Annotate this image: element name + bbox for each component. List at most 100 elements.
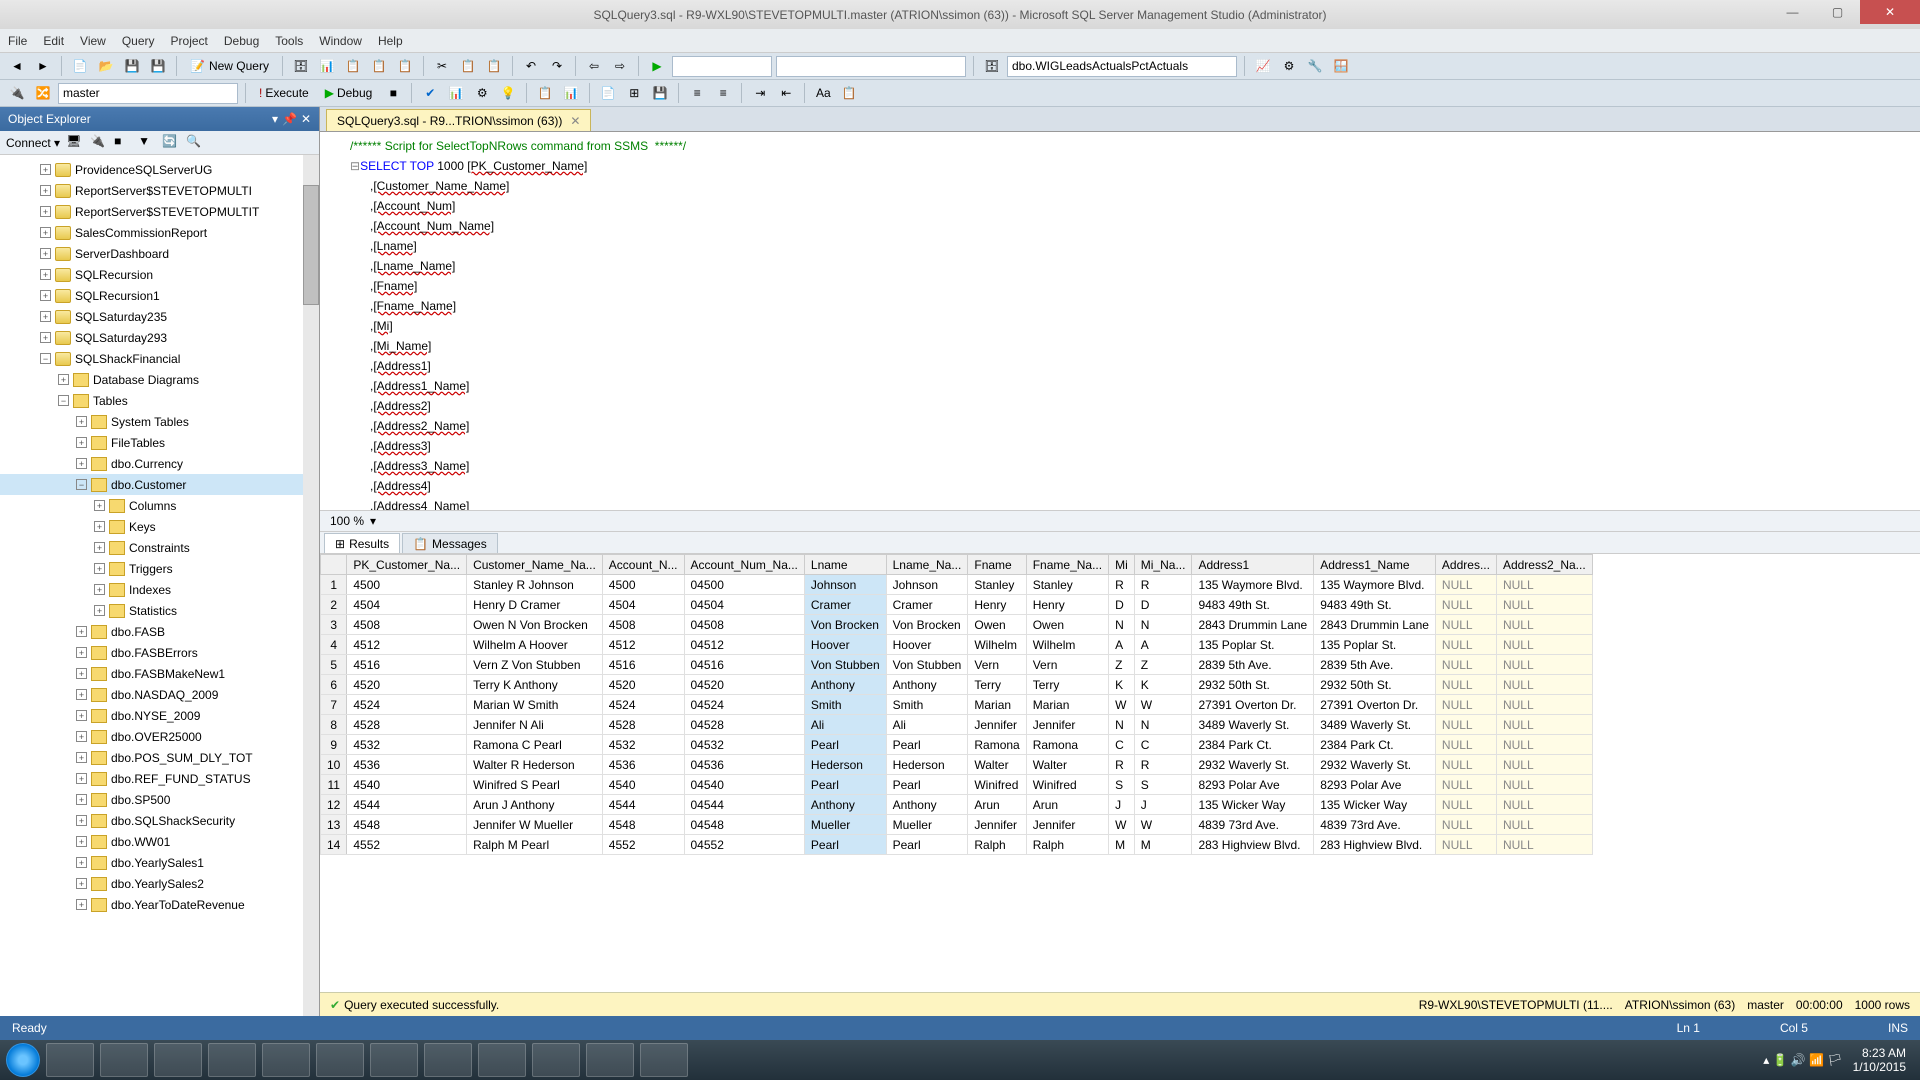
- cell[interactable]: N: [1109, 615, 1135, 635]
- cell[interactable]: NULL: [1496, 795, 1592, 815]
- cell[interactable]: 04540: [684, 775, 804, 795]
- cell[interactable]: NULL: [1435, 695, 1496, 715]
- cell[interactable]: NULL: [1496, 775, 1592, 795]
- cell[interactable]: 4839 73rd Ave.: [1314, 815, 1436, 835]
- cell[interactable]: 2839 5th Ave.: [1192, 655, 1314, 675]
- cell[interactable]: Pearl: [804, 835, 886, 855]
- cell[interactable]: 04508: [684, 615, 804, 635]
- cell[interactable]: 04528: [684, 715, 804, 735]
- cell[interactable]: Pearl: [804, 775, 886, 795]
- cell[interactable]: 135 Poplar St.: [1314, 635, 1436, 655]
- tools-app-icon[interactable]: [208, 1043, 256, 1077]
- cell[interactable]: Von Brocken: [804, 615, 886, 635]
- col-header[interactable]: Address1_Name: [1314, 555, 1436, 575]
- cell[interactable]: Ramona C Pearl: [467, 735, 603, 755]
- col-header[interactable]: Customer_Name_Na...: [467, 555, 603, 575]
- cell[interactable]: A: [1134, 635, 1192, 655]
- media-player-icon[interactable]: [100, 1043, 148, 1077]
- cell[interactable]: Walter: [968, 755, 1026, 775]
- cell[interactable]: Ralph: [1026, 835, 1108, 855]
- forward-icon[interactable]: ►: [32, 55, 54, 77]
- cell[interactable]: Von Stubben: [886, 655, 968, 675]
- cell[interactable]: Jennifer: [1026, 715, 1108, 735]
- back-icon[interactable]: ◄: [6, 55, 28, 77]
- analysis-icon[interactable]: 📊: [316, 55, 338, 77]
- cell[interactable]: Winifred S Pearl: [467, 775, 603, 795]
- cell[interactable]: Henry: [1026, 595, 1108, 615]
- connect-icon[interactable]: 🔌: [6, 82, 28, 104]
- tree-node[interactable]: +ReportServer$STEVETOPMULTIT: [0, 201, 319, 222]
- cell[interactable]: NULL: [1496, 735, 1592, 755]
- cell[interactable]: NULL: [1496, 615, 1592, 635]
- cell[interactable]: 283 Highview Blvd.: [1314, 835, 1436, 855]
- intellisense-icon[interactable]: 💡: [497, 82, 519, 104]
- cell[interactable]: K: [1134, 675, 1192, 695]
- cell[interactable]: 135 Poplar St.: [1192, 635, 1314, 655]
- cell[interactable]: Stanley: [1026, 575, 1108, 595]
- cell[interactable]: Hoover: [804, 635, 886, 655]
- cell[interactable]: W: [1109, 815, 1135, 835]
- options-icon[interactable]: ⚙: [1278, 55, 1300, 77]
- xmla-icon[interactable]: 📋: [394, 55, 416, 77]
- cell[interactable]: Pearl: [886, 835, 968, 855]
- paint-icon[interactable]: [262, 1043, 310, 1077]
- tree-node[interactable]: +dbo.POS_SUM_DLY_TOT: [0, 747, 319, 768]
- cell[interactable]: NULL: [1496, 635, 1592, 655]
- cell[interactable]: 11: [321, 775, 347, 795]
- close-button[interactable]: ✕: [1860, 0, 1920, 24]
- cell[interactable]: 4508: [602, 615, 684, 635]
- comment-icon[interactable]: ≡: [686, 82, 708, 104]
- cell[interactable]: Terry: [968, 675, 1026, 695]
- cell[interactable]: Marian W Smith: [467, 695, 603, 715]
- cell[interactable]: 8293 Polar Ave: [1314, 775, 1436, 795]
- cell[interactable]: 2932 50th St.: [1314, 675, 1436, 695]
- cell[interactable]: Mueller: [804, 815, 886, 835]
- cell[interactable]: Ali: [886, 715, 968, 735]
- explorer-icon[interactable]: [46, 1043, 94, 1077]
- cell[interactable]: 4524: [347, 695, 467, 715]
- tree-node[interactable]: +dbo.YearToDateRevenue: [0, 894, 319, 915]
- start-button[interactable]: [6, 1043, 40, 1077]
- cell[interactable]: Henry D Cramer: [467, 595, 603, 615]
- cell[interactable]: NULL: [1435, 815, 1496, 835]
- cell[interactable]: Owen: [1026, 615, 1108, 635]
- outlook-icon[interactable]: [586, 1043, 634, 1077]
- tree-node[interactable]: +dbo.FASBMakeNew1: [0, 663, 319, 684]
- tree-node[interactable]: +Keys: [0, 516, 319, 537]
- cell[interactable]: 4516: [347, 655, 467, 675]
- nav-back-icon[interactable]: ⇦: [583, 55, 605, 77]
- col-header[interactable]: Fname_Na...: [1026, 555, 1108, 575]
- oe-connect-icon[interactable]: 🖥: [66, 134, 84, 152]
- cell[interactable]: 4516: [602, 655, 684, 675]
- cell[interactable]: NULL: [1496, 595, 1592, 615]
- menu-tools[interactable]: Tools: [275, 34, 303, 48]
- cell[interactable]: 4520: [602, 675, 684, 695]
- results-text-icon[interactable]: 📄: [597, 82, 619, 104]
- cell[interactable]: C: [1109, 735, 1135, 755]
- cell[interactable]: Vern: [1026, 655, 1108, 675]
- cell[interactable]: 27391 Overton Dr.: [1192, 695, 1314, 715]
- cell[interactable]: Terry K Anthony: [467, 675, 603, 695]
- chrome-icon[interactable]: [154, 1043, 202, 1077]
- cell[interactable]: NULL: [1435, 795, 1496, 815]
- cell[interactable]: Terry: [1026, 675, 1108, 695]
- cell[interactable]: D: [1134, 595, 1192, 615]
- cell[interactable]: 4504: [347, 595, 467, 615]
- cell[interactable]: 2384 Park Ct.: [1314, 735, 1436, 755]
- tree-node[interactable]: +SQLRecursion: [0, 264, 319, 285]
- word-icon[interactable]: [532, 1043, 580, 1077]
- cell[interactable]: 4552: [347, 835, 467, 855]
- cell[interactable]: Anthony: [886, 795, 968, 815]
- cell[interactable]: Mueller: [886, 815, 968, 835]
- include-plan-icon[interactable]: 📋: [534, 82, 556, 104]
- cell[interactable]: 3489 Waverly St.: [1314, 715, 1436, 735]
- execute-button[interactable]: ! Execute: [253, 86, 315, 100]
- cell[interactable]: NULL: [1496, 655, 1592, 675]
- cell[interactable]: 1: [321, 575, 347, 595]
- tree-node[interactable]: +dbo.OVER25000: [0, 726, 319, 747]
- cell[interactable]: 04500: [684, 575, 804, 595]
- tree-node[interactable]: +dbo.SP500: [0, 789, 319, 810]
- cell[interactable]: Anthony: [886, 675, 968, 695]
- cell[interactable]: 7: [321, 695, 347, 715]
- col-header[interactable]: Mi: [1109, 555, 1135, 575]
